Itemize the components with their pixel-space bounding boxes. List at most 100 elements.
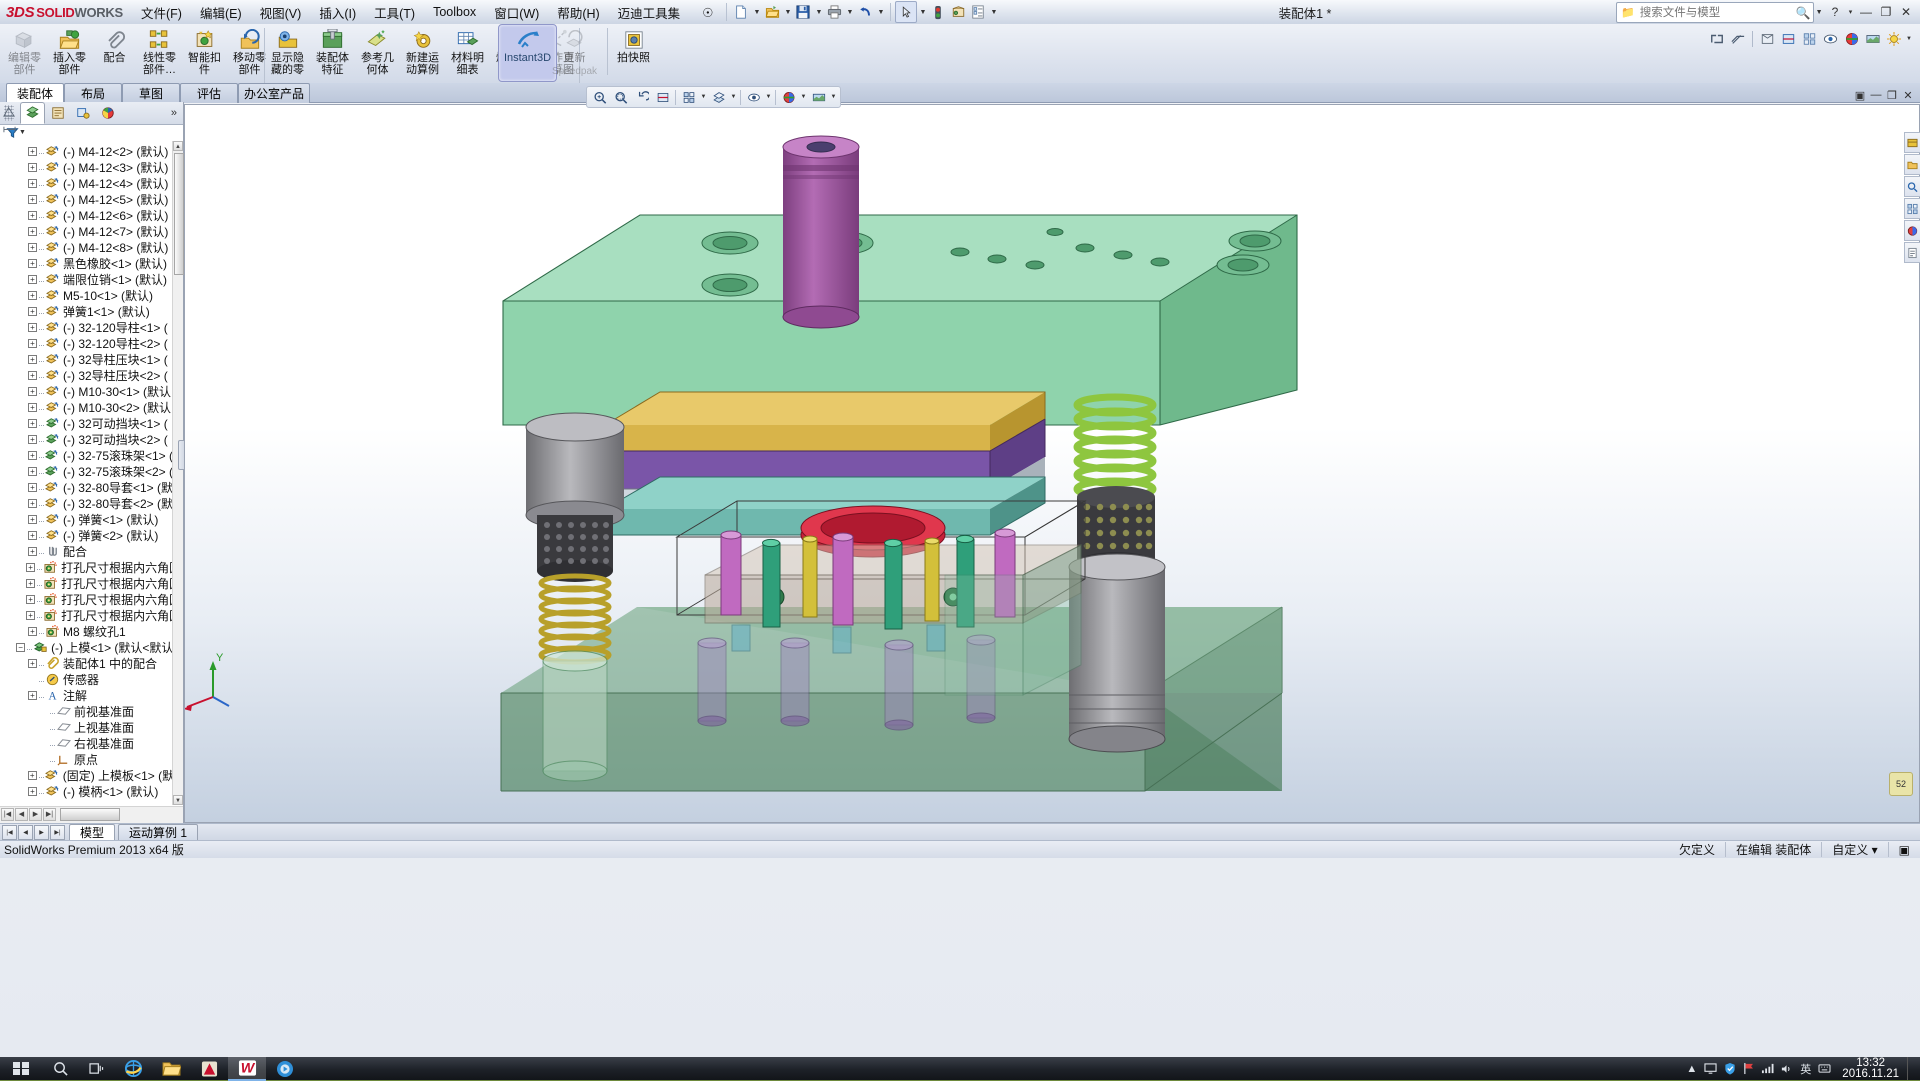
section-view-icon[interactable] — [1778, 29, 1799, 49]
tree-item[interactable]: +(-) 32-80导套<2> (默 — [0, 495, 173, 511]
filter-caret-icon[interactable]: ▼ — [19, 129, 26, 136]
photoview-icon[interactable] — [1883, 29, 1904, 49]
tree-expand-toggle[interactable]: + — [28, 243, 37, 252]
taskbar-clock[interactable]: 13:32 2016.11.21 — [1834, 1058, 1907, 1080]
tile-button[interactable]: ▣ — [1852, 87, 1868, 103]
tree-item[interactable]: +(-) 32导柱压块<2> ( — [0, 367, 173, 383]
taskbar-pdf-reader-icon[interactable] — [190, 1057, 228, 1080]
pin-icon[interactable]: ☉ — [693, 2, 722, 23]
tree-item[interactable]: 上视基准面 — [0, 719, 173, 735]
menu-edit[interactable]: 编辑(E) — [191, 0, 251, 25]
appearance-sphere-icon[interactable] — [1841, 29, 1862, 49]
tray-chevron-icon[interactable]: ▲ — [1682, 1057, 1701, 1080]
display-style-icon[interactable] — [708, 88, 729, 106]
tab-evaluate[interactable]: 评估 — [180, 83, 238, 103]
hide-show-caret-icon[interactable]: ▼ — [764, 88, 773, 106]
tree-item[interactable]: +黑色橡胶<1> (默认) — [0, 255, 173, 271]
tree-expand-toggle[interactable]: + — [28, 307, 37, 316]
new-motion-study-button[interactable]: 新建运动算例 — [400, 24, 445, 83]
tree-expand-toggle[interactable]: + — [28, 355, 37, 364]
appearances-scenes-icon[interactable] — [1904, 220, 1920, 241]
restore-button[interactable]: ❐ — [1876, 2, 1896, 22]
tree-item[interactable]: +(-) 32可动挡块<1> ( — [0, 415, 173, 431]
edit-component-button[interactable]: 编辑零部件 — [2, 24, 47, 83]
options-button[interactable] — [948, 2, 968, 22]
tab-last-button[interactable]: ▶| — [50, 825, 65, 840]
tray-network-icon[interactable] — [1758, 1057, 1777, 1080]
tree-item[interactable]: +(-) 弹簧<2> (默认) — [0, 527, 173, 543]
tree-expand-toggle[interactable]: + — [28, 195, 37, 204]
hscroll-next[interactable]: ▶ — [29, 808, 42, 821]
tree-scroll-thumb[interactable] — [174, 153, 184, 275]
tree-expand-toggle[interactable]: + — [28, 483, 37, 492]
status-units-selector[interactable]: 自定义 ▾ — [1821, 842, 1887, 857]
tree-expand-toggle[interactable]: + — [28, 515, 37, 524]
taskbar-file-explorer-icon[interactable] — [152, 1057, 190, 1080]
tree-collapse-toggle[interactable]: − — [16, 643, 25, 652]
tree-item[interactable]: +(-) 32-75滚珠架<1> ( — [0, 447, 173, 463]
tree-expand-toggle[interactable]: + — [28, 499, 37, 508]
tree-expand-toggle[interactable]: + — [28, 787, 37, 796]
hscroll-last[interactable]: ▶| — [43, 808, 56, 821]
scene-caret-icon[interactable]: ▼ — [829, 88, 838, 106]
tree-expand-toggle[interactable]: + — [26, 563, 35, 572]
new-document-button[interactable] — [731, 2, 751, 22]
solidworks-logo[interactable]: 3DS SOLID WORKS — [0, 1, 124, 23]
tree-expand-toggle[interactable]: + — [26, 579, 35, 588]
insert-component-button[interactable]: 插入零部件 — [47, 24, 92, 83]
taskbar-internet-explorer-icon[interactable] — [114, 1057, 152, 1080]
tab-assembly[interactable]: 装配体 — [6, 83, 64, 103]
new-document-caret[interactable]: ▼ — [751, 2, 762, 22]
print-caret[interactable]: ▼ — [844, 2, 855, 22]
taskbar-solidworks-icon[interactable]: W — [228, 1056, 266, 1081]
tree-item[interactable]: 传感器 — [0, 671, 173, 687]
undo-button[interactable] — [855, 2, 875, 22]
view-orientation-icon[interactable] — [1799, 29, 1820, 49]
tree-expand-toggle[interactable]: + — [28, 403, 37, 412]
tree-expand-toggle[interactable]: + — [28, 339, 37, 348]
help-caret-icon[interactable]: ▾ — [1845, 2, 1856, 22]
measure-icon[interactable] — [1727, 29, 1748, 49]
smart-fasteners-button[interactable]: 智能扣件 — [182, 24, 227, 83]
rebuild-button[interactable] — [928, 2, 948, 22]
save-button[interactable] — [793, 2, 813, 22]
tree-item[interactable]: 右视基准面 — [0, 735, 173, 751]
tree-expand-toggle[interactable]: + — [28, 291, 37, 300]
hide-show-icon[interactable] — [1820, 29, 1841, 49]
tree-expand-toggle[interactable]: + — [28, 387, 37, 396]
tree-item[interactable]: +(-) 32导柱压块<1> ( — [0, 351, 173, 367]
tree-item[interactable]: +(-) 32可动挡块<2> ( — [0, 431, 173, 447]
tree-expand-toggle[interactable]: + — [28, 323, 37, 332]
customize-caret[interactable]: ▼ — [988, 2, 999, 22]
tree-item[interactable]: 原点 — [0, 751, 173, 767]
hscroll-thumb[interactable] — [60, 808, 120, 821]
tree-item[interactable]: +M8 螺纹孔1 — [0, 623, 173, 639]
open-document-caret[interactable]: ▼ — [782, 2, 793, 22]
tree-expand-toggle[interactable]: + — [28, 627, 37, 636]
design-library-icon[interactable] — [1904, 132, 1920, 153]
show-desktop-button[interactable] — [1907, 1057, 1916, 1080]
tree-expand-toggle[interactable]: + — [28, 451, 37, 460]
tree-item[interactable]: +打孔尺寸根据内六角圆 — [0, 559, 173, 575]
tree-expand-toggle[interactable]: + — [28, 435, 37, 444]
doc-tab-motion-study[interactable]: 运动算例 1 — [118, 824, 198, 841]
linear-component-pattern-button[interactable]: 线性零部件… — [137, 24, 182, 83]
display-style-icon[interactable] — [1757, 29, 1778, 49]
search-box[interactable]: 📁 🔍 ▼ — [1616, 2, 1814, 23]
hscroll-prev[interactable]: ◀ — [15, 808, 28, 821]
appearance-caret-icon[interactable]: ▼ — [799, 88, 808, 106]
restore-doc-button[interactable]: ❐ — [1884, 87, 1900, 103]
bill-of-materials-button[interactable]: 材料明细表 — [445, 24, 490, 83]
tree-item[interactable]: +(-) M4-12<7> (默认) — [0, 223, 173, 239]
menu-toolbox[interactable]: Toolbox — [424, 2, 485, 22]
zoom-area-icon[interactable] — [610, 88, 631, 106]
magnifier-icon[interactable]: 🔍 — [1796, 6, 1813, 20]
tree-item[interactable]: +(固定) 上模板<1> (默 — [0, 767, 173, 783]
tree-expand-toggle[interactable]: + — [26, 595, 35, 604]
menu-tools[interactable]: 工具(T) — [365, 0, 424, 25]
assembly-features-button[interactable]: 装配体特征 — [310, 24, 355, 83]
tree-item[interactable]: +(-) M10-30<2> (默认 — [0, 399, 173, 415]
tree-item[interactable]: +装配体1 中的配合 — [0, 655, 173, 671]
sketch-edge-icon[interactable] — [1, 103, 18, 120]
feature-tree-tab[interactable] — [20, 102, 45, 124]
